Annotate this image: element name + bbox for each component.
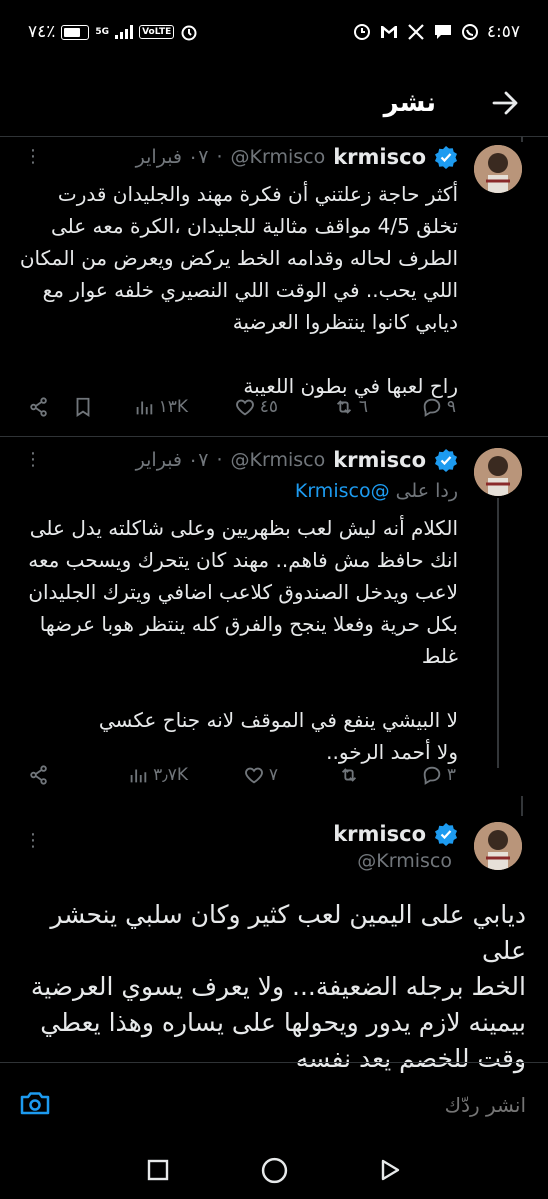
reply-count: ٩ [446,397,456,417]
camera-icon[interactable] [18,1086,52,1120]
tweet-line: تخلق 4/5 مواقف مثالية للجليدان ،الكرة مع… [50,214,458,238]
main-author-row: krmisco [333,822,458,846]
tweet-header: ٠٧ فبراير · @Krmisco krmisco [136,145,458,169]
tweet-body: الكلام أنه ليش لعب بظهريين وعلى شاكلته ي… [18,512,458,768]
status-left: ٧٤٪ 5G VoLTE [28,22,198,42]
status-right: ٤:٥٧ [353,22,520,42]
views-button[interactable]: ٣٫٧K [127,764,188,786]
avatar[interactable] [474,145,522,193]
clock: ٤:٥٧ [486,22,520,42]
like-count: ٤٥ [259,397,278,417]
like-icon [235,399,254,416]
tweet-body: أكثر حاجة زعلتني أن فكرة مهند والجليدان … [18,178,458,402]
tweet-spacer [18,672,458,704]
verified-icon [435,823,457,846]
tweet-line: الكلام أنه ليش لعب بظهريين وعلى شاكلته ي… [29,516,458,540]
tweet-header: ٠٧ فبراير · @Krmisco krmisco [136,448,458,472]
avatar[interactable] [474,822,522,870]
thread-line [521,136,523,142]
bookmark-icon[interactable] [72,396,94,418]
tweet-line: غلط [421,644,458,668]
retweet-button[interactable]: ٦ [333,396,368,418]
signal-icon [115,25,134,39]
share-icon[interactable] [28,764,50,786]
reply-input[interactable] [144,1092,528,1118]
reply-to-handle[interactable]: @Krmisco [295,480,390,502]
tweet-line: لا البيشي ينفع في الموقف لانه جناح عكسي [98,708,458,732]
tweet-line: الخط برجله الضعيفة... ولا يعرف يسوي العر… [30,972,526,1001]
like-button[interactable]: ٤٥ [234,396,278,418]
tweet-line: اللي يحب.. في الوقت اللي النصيري خلفه عو… [42,278,458,302]
share-icon[interactable] [28,396,50,418]
network-type: 5G [95,26,110,37]
retweet-count: ٦ [358,397,368,417]
x-app-icon [408,24,424,40]
reply-prefix: ردا على [395,480,458,502]
reply-icon [423,766,441,785]
battery-icon [61,24,90,40]
tweet-line: لاعب ويدخل الصندوق كلاعب اضافي ويترك الج… [28,580,458,604]
views-count: ١٣K [158,397,188,417]
whatsapp-icon [461,24,478,40]
retweet-icon [341,768,357,782]
reply-button[interactable]: ٩ [421,396,456,418]
thread-line [521,796,523,816]
main-author[interactable]: krmisco [333,822,426,846]
thread-line [497,498,499,768]
more-options-icon[interactable]: ⋮ [24,146,42,167]
tweet-handle[interactable]: @Krmisco [231,146,326,168]
tweet-line: أكثر حاجة زعلتني أن فكرة مهند والجليدان … [57,182,458,206]
nav-back-icon[interactable] [378,1158,402,1182]
tweet-spacer [18,338,458,370]
divider [0,436,548,437]
main-handle[interactable]: @Krmisco [357,850,452,872]
tweet-date: ٠٧ فبراير [135,146,209,168]
volte-icon: VoLTE [139,25,175,39]
tweet-line: ديابي على اليمين لعب كثير وكان سلبي ينحش… [50,900,526,965]
system-nav-bar [0,1146,548,1199]
alarm-icon [181,25,197,41]
tweet-line: ديابي كانوا ينتظروا العرضية [232,310,458,334]
tweet-handle[interactable]: @Krmisco [231,449,326,471]
battery-percent: ٧٤٪ [28,22,56,42]
dot-separator: · [216,146,223,168]
reply-icon [423,398,441,417]
status-bar: ٧٤٪ 5G VoLTE ٤:٥٧ [0,0,548,70]
nav-recents-icon[interactable] [146,1158,170,1182]
like-icon [244,767,263,784]
retweet-icon [336,400,351,414]
tweet-author[interactable]: krmisco [333,448,426,472]
top-bar [0,74,548,137]
like-button[interactable]: ٧ [243,764,278,786]
tweet-line: بيمينه لازم يدور ويحولها على يساره وهذا … [40,1008,526,1037]
tweet-line: انك حافظ مش فاهم.. مهند كان يتحرك ويسحب … [28,548,458,572]
back-arrow-icon[interactable] [488,86,522,120]
page-title: نشر [383,88,436,118]
more-options-icon[interactable]: ⋮ [24,449,42,470]
tweet-line: بكل حرية وفعلا ينجح والفرق كله ينتظر هوب… [39,612,458,636]
more-options-icon[interactable]: ⋮ [24,830,42,851]
chat-bubble-icon [434,25,451,39]
reply-context: ردا على @Krmisco [295,480,458,502]
tweet-date: ٠٧ فبراير [135,449,209,471]
verified-icon [435,146,457,169]
views-icon [136,401,152,415]
retweet-button[interactable] [338,764,364,786]
views-button[interactable]: ١٣K [133,396,188,418]
main-tweet-body: ديابي على اليمين لعب كثير وكان سلبي ينحش… [16,897,526,1077]
verified-icon [435,449,457,472]
tweet-line: الطرف لحاله وقدامه الخط يركض ويعرض من ال… [19,246,458,270]
dot-separator: · [216,449,223,471]
tweet-line: ولا أحمد الرخو.. [326,740,458,764]
tweet-author[interactable]: krmisco [333,145,426,169]
avatar[interactable] [474,448,522,496]
reply-count: ٣ [446,765,456,785]
reply-button[interactable]: ٣ [421,764,456,786]
like-count: ٧ [268,765,278,785]
views-icon [130,769,147,783]
views-count: ٣٫٧K [153,765,188,785]
gmail-icon [380,26,397,38]
timer-icon [353,24,370,40]
nav-home-icon[interactable] [261,1157,288,1184]
